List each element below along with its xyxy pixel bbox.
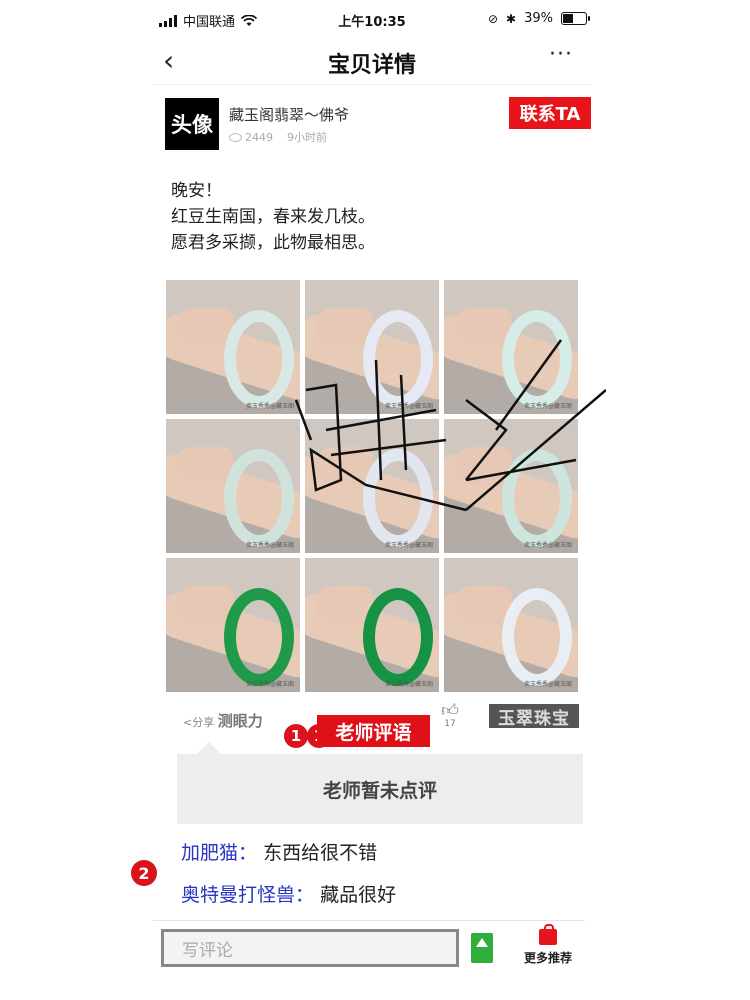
post-time: 9小时前 xyxy=(287,131,327,144)
thumbs-up-icon: 👍︎ xyxy=(441,701,459,721)
photo-hand xyxy=(315,308,373,346)
photo-bangle xyxy=(224,310,294,408)
share-icon: < xyxy=(183,716,193,729)
phone-screen: 中国联通 上午10:35 ⊘ ✱ 39% ‹ 宝贝详情 ··· 头像 藏玉阁翡翠… xyxy=(153,0,606,980)
comment-user[interactable]: 奥特曼打怪兽 xyxy=(181,884,295,906)
like-button[interactable]: 👍︎ 17 xyxy=(438,700,462,729)
more-icon[interactable]: ··· xyxy=(549,42,573,67)
comment-text: 藏品很好 xyxy=(320,884,397,906)
photo-hand xyxy=(454,447,512,485)
post-line: 愿君多采撷，此物最相思。 xyxy=(171,233,375,253)
photo-watermark: 卖玉秀秀@藏玉阁 xyxy=(245,403,294,410)
photo-bangle xyxy=(502,449,572,547)
photo-watermark: 卖玉秀秀@藏玉阁 xyxy=(523,681,572,688)
annotation-badge-1-marker: 1 xyxy=(284,724,308,748)
share-label: 分享 xyxy=(192,716,215,729)
photo-hand xyxy=(315,447,373,485)
comment-input[interactable]: 写评论 xyxy=(161,929,459,967)
shopping-bag-icon xyxy=(539,924,557,945)
photo-watermark: 卖玉秀秀@藏玉阁 xyxy=(384,403,433,410)
photo-bangle xyxy=(363,588,433,686)
comment-item: 奥特曼打怪兽： 藏品很好 xyxy=(181,880,396,907)
photo-bangle xyxy=(224,588,294,686)
view-count-value: 2449 xyxy=(245,130,273,144)
photo-hand xyxy=(176,586,234,624)
brand-tag: 玉翠珠宝 xyxy=(489,704,579,728)
bangle-photo[interactable]: 卖玉秀秀@藏玉阁 xyxy=(305,419,439,553)
page-title: 宝贝详情 xyxy=(327,53,416,78)
comment-sep: ： xyxy=(295,884,315,906)
photo-watermark: 卖玉秀秀@藏玉阁 xyxy=(523,542,572,549)
teacher-comment-box: 老师暂未点评 xyxy=(177,742,583,824)
bangle-photo[interactable]: 卖玉秀秀@藏玉阁 xyxy=(444,419,578,553)
bangle-photo[interactable]: 卖玉秀秀@藏玉阁 xyxy=(166,558,300,692)
post-line: 红豆生南国，春来发几枝。 xyxy=(171,207,375,227)
author-name[interactable]: 藏玉阁翡翠～佛爷 xyxy=(229,104,349,125)
status-bar: 中国联通 上午10:35 ⊘ ✱ 39% xyxy=(153,8,591,32)
post-line: 晚安！ xyxy=(171,181,222,201)
photo-bangle xyxy=(363,449,433,547)
bangle-photo[interactable]: 卖玉秀秀@藏玉阁 xyxy=(305,280,439,414)
bangle-photo[interactable]: 卖玉秀秀@藏玉阁 xyxy=(444,280,578,414)
comment-text: 东西给很不错 xyxy=(263,842,378,864)
photo-hand xyxy=(454,308,512,346)
photo-bangle xyxy=(224,449,294,547)
photo-bangle xyxy=(363,310,433,408)
contact-button[interactable]: 联系TA xyxy=(509,97,591,129)
photo-hand xyxy=(454,586,512,624)
share-upload-icon[interactable] xyxy=(471,933,493,963)
annotation-badge-2: 2 xyxy=(131,860,157,886)
post-text: 晚安！ 红豆生南国，春来发几枝。 愿君多采撷，此物最相思。 xyxy=(171,178,375,256)
photo-grid: 卖玉秀秀@藏玉阁 卖玉秀秀@藏玉阁 卖玉秀秀@藏玉阁 卖玉秀秀@藏玉阁 卖玉秀秀@藏玉阁… xyxy=(166,280,578,692)
nav-bar: ‹ 宝贝详情 ··· xyxy=(153,38,591,85)
photo-watermark: 卖玉秀秀@藏玉阁 xyxy=(245,681,294,688)
photo-watermark: 卖玉秀秀@藏玉阁 xyxy=(245,542,294,549)
bluetooth-icon: ✱ xyxy=(506,11,517,26)
photo-hand xyxy=(315,586,373,624)
view-count: 2449 xyxy=(229,131,273,144)
battery-percent: 39% xyxy=(524,11,553,26)
bangle-photo[interactable]: 卖玉秀秀@藏玉阁 xyxy=(166,280,300,414)
post-meta: 2449 9小时前 xyxy=(229,129,327,145)
more-recommend-button[interactable]: 更多推荐 xyxy=(513,924,583,966)
more-recommend-label: 更多推荐 xyxy=(523,951,572,965)
bangle-photo[interactable]: 卖玉秀秀@藏玉阁 xyxy=(166,419,300,553)
test-eye-label: 测眼力 xyxy=(217,712,263,730)
bangle-photo[interactable]: 卖玉秀秀@藏玉阁 xyxy=(305,558,439,692)
photo-watermark: 卖玉秀秀@藏玉阁 xyxy=(523,403,572,410)
bottom-bar: 写评论 更多推荐 xyxy=(153,920,585,977)
battery-icon xyxy=(561,12,590,25)
share-button[interactable]: <分享 测眼力 xyxy=(183,710,263,731)
avatar[interactable]: 头像 xyxy=(165,98,219,150)
comment-item: 加肥猫： 东西给很不错 xyxy=(181,838,377,865)
photo-watermark: 卖玉秀秀@藏玉阁 xyxy=(384,681,433,688)
photo-bangle xyxy=(502,588,572,686)
photo-bangle xyxy=(502,310,572,408)
comment-user[interactable]: 加肥猫 xyxy=(181,842,238,864)
photo-watermark: 卖玉秀秀@藏玉阁 xyxy=(384,542,433,549)
photo-hand xyxy=(176,308,234,346)
comment-input-placeholder: 写评论 xyxy=(182,940,233,961)
orientation-lock-icon: ⊘ xyxy=(487,11,499,26)
comment-sep: ： xyxy=(238,842,258,864)
photo-hand xyxy=(176,447,234,485)
teacher-review-button[interactable]: 老师评语 xyxy=(317,715,430,747)
bangle-photo[interactable]: 卖玉秀秀@藏玉阁 xyxy=(444,558,578,692)
eye-icon xyxy=(229,133,242,142)
